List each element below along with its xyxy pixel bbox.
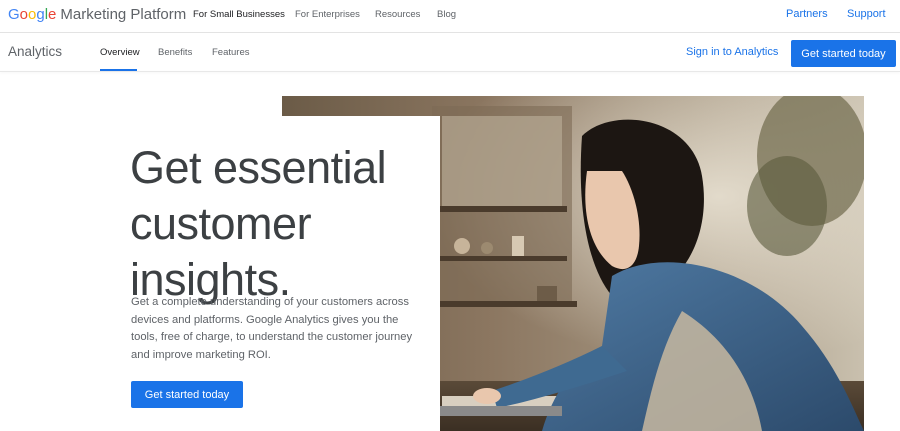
tab-features[interactable]: Features [212,47,250,58]
product-nav: Analytics Overview Benefits Features Sig… [0,33,900,71]
google-letter: G [8,6,20,23]
get-started-header-button[interactable]: Get started today [791,40,896,67]
sign-in-link[interactable]: Sign in to Analytics [686,46,778,58]
hero-headline: Get essential customer insights. [130,142,387,305]
topnav-enterprises[interactable]: For Enterprises [295,9,360,20]
google-wordmark: Google [8,6,56,23]
support-link[interactable]: Support [847,8,886,20]
topnav-blog[interactable]: Blog [437,9,456,20]
google-letter: o [19,6,29,23]
partners-link[interactable]: Partners [786,8,828,20]
tab-overview[interactable]: Overview [100,47,140,58]
hero-description: Get a complete understanding of your cus… [131,296,413,361]
google-letter: e [48,6,57,23]
topnav-small-businesses[interactable]: For Small Businesses [193,9,285,20]
topnav-resources[interactable]: Resources [375,9,420,20]
subnav-divider [0,71,900,72]
product-title[interactable]: Analytics [8,44,62,59]
get-started-hero-button[interactable]: Get started today [131,381,243,408]
brand-suffix: Marketing Platform [60,6,187,23]
tab-benefits[interactable]: Benefits [158,47,192,58]
google-letter: g [36,6,45,23]
top-bar: Google Marketing Platform For Small Busin… [0,0,900,32]
google-marketing-platform-logo[interactable]: Google Marketing Platform [8,6,186,23]
